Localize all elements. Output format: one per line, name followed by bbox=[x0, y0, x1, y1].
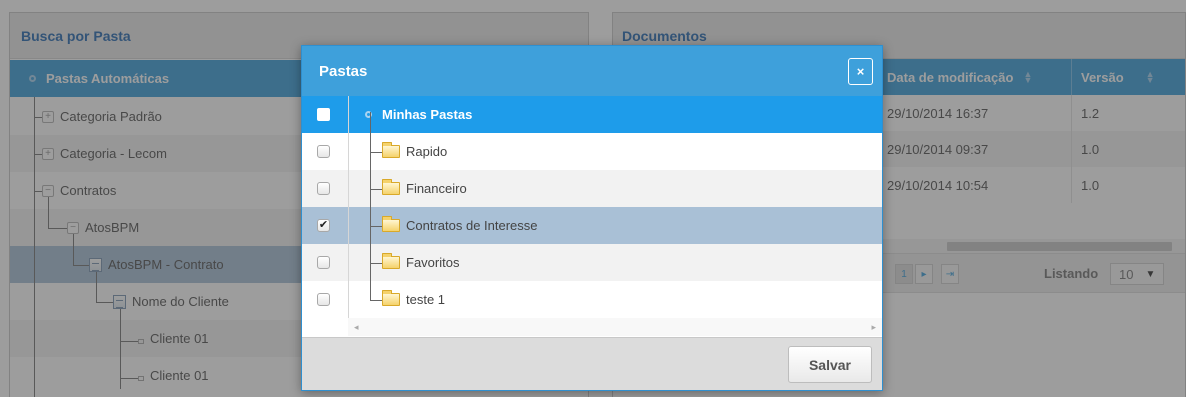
folder-checkbox[interactable] bbox=[317, 256, 330, 269]
tree-connector bbox=[370, 112, 371, 300]
folder-label: Rapido bbox=[406, 144, 448, 159]
folder-label: Financeiro bbox=[406, 181, 467, 196]
save-button[interactable]: Salvar bbox=[788, 346, 872, 383]
tree-connector bbox=[370, 263, 382, 264]
folder-item-contratos-de-interesse[interactable]: ✔ Contratos de Interesse bbox=[302, 207, 882, 244]
select-all-checkbox[interactable] bbox=[317, 108, 330, 121]
folders-dialog: Pastas × Minhas Pastas Rapido Financeiro… bbox=[301, 45, 883, 391]
dialog-title: Pastas bbox=[319, 62, 368, 80]
tree-connector bbox=[370, 189, 382, 190]
folder-checkbox[interactable] bbox=[317, 293, 330, 306]
tree-root-label: Minhas Pastas bbox=[382, 107, 473, 122]
scroll-right-icon[interactable]: ▸ bbox=[871, 322, 876, 333]
folder-icon bbox=[382, 216, 400, 232]
folder-icon bbox=[382, 179, 400, 195]
folder-item-financeiro[interactable]: Financeiro bbox=[302, 170, 882, 207]
folder-icon bbox=[382, 142, 400, 158]
tree-connector bbox=[370, 152, 382, 153]
tree-connector bbox=[370, 226, 382, 227]
dialog-horizontal-scrollbar[interactable]: ◂ ▸ bbox=[348, 318, 882, 336]
folder-checkbox[interactable] bbox=[317, 145, 330, 158]
folder-label: teste 1 bbox=[406, 292, 446, 307]
folder-item-teste-1[interactable]: teste 1 bbox=[302, 281, 882, 318]
folder-icon bbox=[382, 290, 400, 306]
folder-label: Contratos de Interesse bbox=[406, 218, 538, 233]
close-button[interactable]: × bbox=[848, 58, 873, 85]
folder-checkbox[interactable] bbox=[317, 182, 330, 195]
tree-connector bbox=[370, 300, 382, 301]
dialog-footer: Salvar bbox=[302, 337, 882, 390]
folder-icon bbox=[382, 253, 400, 269]
scroll-left-icon[interactable]: ◂ bbox=[354, 322, 359, 333]
folder-item-favoritos[interactable]: Favoritos bbox=[302, 244, 882, 281]
tree-root-my-folders[interactable]: Minhas Pastas bbox=[302, 96, 882, 133]
dialog-header: Pastas × bbox=[302, 46, 882, 96]
folder-label: Favoritos bbox=[406, 255, 460, 270]
folder-checkbox-checked[interactable]: ✔ bbox=[317, 219, 330, 232]
checkbox-column-divider bbox=[348, 96, 349, 318]
folder-item-rapido[interactable]: Rapido bbox=[302, 133, 882, 170]
